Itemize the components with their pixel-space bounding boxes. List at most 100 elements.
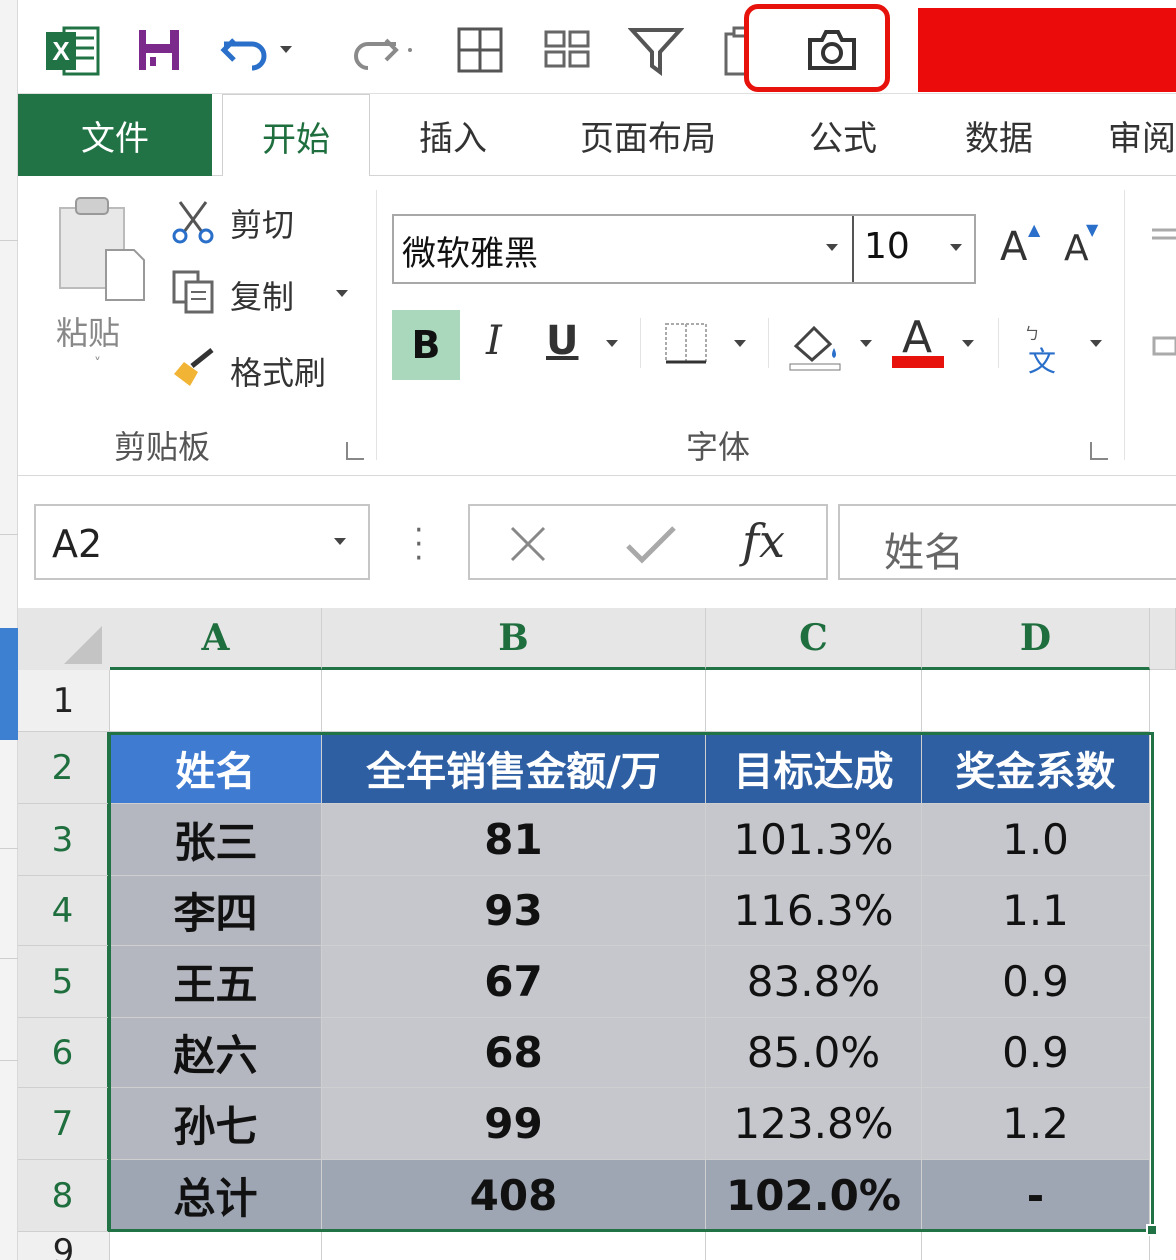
merge-cells-icon[interactable]: [542, 28, 592, 72]
column-header-d[interactable]: D: [922, 608, 1150, 670]
decrease-font-button[interactable]: A: [1064, 228, 1089, 269]
enter-check-icon[interactable]: [624, 522, 678, 566]
font-color-dropdown-icon[interactable]: [962, 340, 974, 347]
increase-font-button[interactable]: A: [1000, 224, 1027, 270]
cell-b7[interactable]: 99: [322, 1088, 706, 1160]
fill-handle[interactable]: [1146, 1224, 1158, 1236]
cell-c7[interactable]: 123.8%: [706, 1088, 922, 1160]
copy-button[interactable]: 复制: [230, 272, 294, 318]
row-header-5[interactable]: 5: [18, 946, 110, 1018]
paste-dropdown[interactable]: ˅: [94, 356, 101, 372]
cell-d8[interactable]: -: [922, 1160, 1150, 1232]
clipboard-launcher-icon[interactable]: [346, 442, 364, 460]
row-header-8[interactable]: 8: [18, 1160, 110, 1232]
bold-button[interactable]: B: [392, 310, 460, 380]
tab-data[interactable]: 数据: [944, 94, 1054, 176]
camera-icon[interactable]: [806, 26, 858, 72]
row-header-1[interactable]: 1: [18, 670, 110, 732]
cell-b1[interactable]: [322, 670, 706, 732]
formula-input[interactable]: 姓名: [838, 504, 1176, 580]
filter-icon[interactable]: [628, 26, 684, 76]
name-box-dropdown-icon[interactable]: [334, 538, 346, 545]
copy-icon[interactable]: [170, 268, 216, 316]
cell-a7[interactable]: 孙七: [110, 1088, 322, 1160]
font-launcher-icon[interactable]: [1090, 442, 1108, 460]
font-size-dropdown-icon[interactable]: [950, 244, 962, 251]
cell-d4[interactable]: 1.1: [922, 876, 1150, 946]
column-header-e[interactable]: [1150, 608, 1176, 670]
font-name-input[interactable]: 微软雅黑: [402, 226, 538, 275]
cell-c4[interactable]: 116.3%: [706, 876, 922, 946]
cell-a3[interactable]: 张三: [110, 804, 322, 876]
format-painter-icon[interactable]: [170, 344, 218, 390]
cell-a9[interactable]: [110, 1232, 322, 1260]
border-icon[interactable]: [662, 320, 710, 366]
cancel-icon[interactable]: [506, 522, 550, 566]
font-selector[interactable]: 微软雅黑 10: [392, 214, 976, 284]
redo-icon[interactable]: [336, 26, 416, 74]
cell-a4[interactable]: 李四: [110, 876, 322, 946]
cell-d3[interactable]: 1.0: [922, 804, 1150, 876]
cell-c5[interactable]: 83.8%: [706, 946, 922, 1018]
insert-function-button[interactable]: fx: [742, 514, 785, 568]
tab-file[interactable]: 文件: [18, 94, 212, 176]
cell-b2[interactable]: 全年销售金额/万: [322, 732, 706, 804]
phonetic-button[interactable]: 文: [1028, 340, 1056, 380]
cell-a6[interactable]: 赵六: [110, 1018, 322, 1088]
cell-a2[interactable]: 姓名: [110, 732, 322, 804]
cell-c3[interactable]: 101.3%: [706, 804, 922, 876]
paste-label[interactable]: 粘贴: [56, 308, 120, 354]
formula-input-value[interactable]: 姓名: [884, 520, 964, 578]
cell-d7[interactable]: 1.2: [922, 1088, 1150, 1160]
tab-review[interactable]: 审阅: [1108, 94, 1176, 176]
cell-b3[interactable]: 81: [322, 804, 706, 876]
column-header-a[interactable]: A: [110, 608, 322, 670]
tab-page-layout[interactable]: 页面布局: [558, 94, 738, 176]
tab-formulas[interactable]: 公式: [788, 94, 898, 176]
borders-icon[interactable]: [456, 26, 504, 74]
row-header-9[interactable]: 9: [18, 1232, 110, 1260]
cell-d5[interactable]: 0.9: [922, 946, 1150, 1018]
tab-insert[interactable]: 插入: [398, 94, 508, 176]
fill-color-dropdown-icon[interactable]: [860, 340, 872, 347]
cell-b9[interactable]: [322, 1232, 706, 1260]
tab-home[interactable]: 开始: [222, 94, 370, 177]
cell-c1[interactable]: [706, 670, 922, 732]
row-header-6[interactable]: 6: [18, 1018, 110, 1088]
cell-a5[interactable]: 王五: [110, 946, 322, 1018]
underline-button[interactable]: U: [546, 318, 578, 364]
row-header-4[interactable]: 4: [18, 876, 110, 946]
fill-color-icon[interactable]: [786, 316, 846, 372]
select-all-button[interactable]: [18, 608, 110, 670]
cell-c8[interactable]: 102.0%: [706, 1160, 922, 1232]
name-box-value[interactable]: A2: [52, 522, 102, 566]
italic-button[interactable]: I: [486, 318, 502, 364]
alignment-icon[interactable]: [1148, 224, 1176, 244]
format-painter-button[interactable]: 格式刷: [230, 348, 326, 394]
row-header-2[interactable]: 2: [18, 732, 110, 804]
font-name-dropdown-icon[interactable]: [826, 244, 838, 251]
wrap-icon[interactable]: [1148, 334, 1176, 358]
column-header-b[interactable]: B: [322, 608, 706, 670]
paste-icon[interactable]: [56, 194, 148, 304]
phonetic-dropdown-icon[interactable]: [1090, 340, 1102, 347]
column-header-c[interactable]: C: [706, 608, 922, 670]
cell-d9[interactable]: [922, 1232, 1150, 1260]
cell-d1[interactable]: [922, 670, 1150, 732]
cell-c6[interactable]: 85.0%: [706, 1018, 922, 1088]
cell-a8[interactable]: 总计: [110, 1160, 322, 1232]
cell-c9[interactable]: [706, 1232, 922, 1260]
cell-b6[interactable]: 68: [322, 1018, 706, 1088]
scissors-icon[interactable]: [170, 198, 216, 244]
border-dropdown-icon[interactable]: [734, 340, 746, 347]
copy-dropdown-icon[interactable]: [336, 290, 348, 297]
undo-icon[interactable]: [218, 26, 298, 74]
underline-dropdown-icon[interactable]: [606, 340, 618, 347]
name-box[interactable]: A2: [34, 504, 370, 580]
cell-b4[interactable]: 93: [322, 876, 706, 946]
cell-a1[interactable]: [110, 670, 322, 732]
row-header-7[interactable]: 7: [18, 1088, 110, 1160]
save-icon[interactable]: [136, 26, 182, 74]
cell-d2[interactable]: 奖金系数: [922, 732, 1150, 804]
row-header-3[interactable]: 3: [18, 804, 110, 876]
